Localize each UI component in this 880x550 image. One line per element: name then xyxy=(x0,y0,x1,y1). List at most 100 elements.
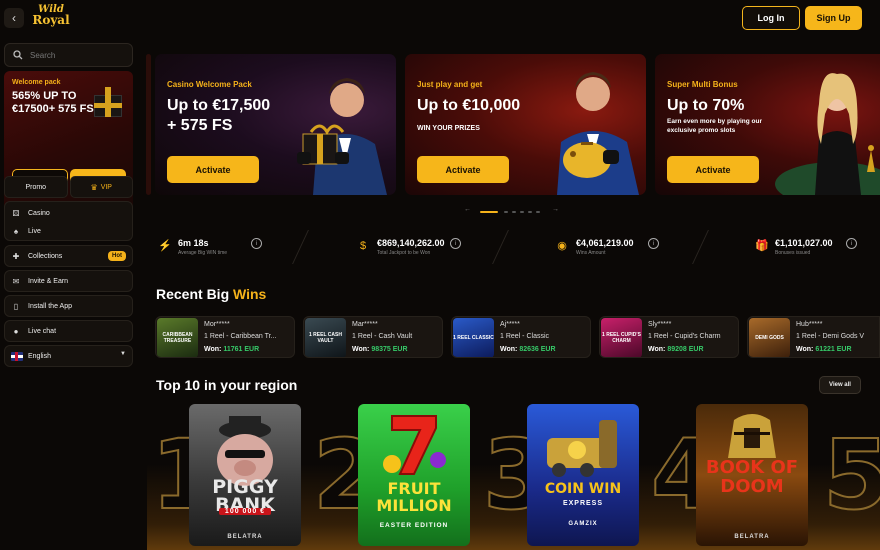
sidebar-item-label: Live xyxy=(28,227,41,235)
win-user: Mor***** xyxy=(204,321,230,328)
sidebar: Welcome pack 565% UP TO €17500+ 575 FS L… xyxy=(4,43,134,370)
menu-group-collections: ✚ Collections Hot xyxy=(4,245,133,267)
search-box[interactable] xyxy=(4,43,133,67)
host-with-piggy-illustration xyxy=(557,72,639,195)
game-tile-book-of-doom[interactable]: BOOK OF DOOM BELATRA xyxy=(696,404,808,546)
carousel-dot[interactable] xyxy=(536,211,540,213)
gift-box-icon xyxy=(90,85,126,117)
search-input[interactable] xyxy=(30,50,120,60)
sidebar-item-live-chat[interactable]: ● Live chat xyxy=(5,322,132,340)
sidebar-item-invite[interactable]: ✉ Invite & Earn xyxy=(5,272,132,290)
info-icon[interactable]: i xyxy=(251,238,262,249)
sidebar-item-label: Casino xyxy=(28,209,50,217)
crown-icon: ♛ xyxy=(90,182,98,192)
chevron-down-icon: ▼ xyxy=(120,351,126,357)
carousel-dot[interactable] xyxy=(512,211,516,213)
signup-button[interactable]: Sign Up xyxy=(805,6,862,30)
stat-value: €869,140,262.00 xyxy=(377,238,445,248)
win-game: 1 Reel - Cupid's Charm xyxy=(648,333,721,340)
recent-wins-title-text: Recent Big xyxy=(156,286,234,302)
win-card[interactable]: 1 REEL CLASSIC Aj***** 1 Reel - Classic … xyxy=(451,316,591,358)
sidebar-item-label: Collections xyxy=(28,252,63,260)
carousel-dot[interactable] xyxy=(520,211,524,213)
stat-label: Average Big WIN time xyxy=(178,250,228,256)
win-amount: Won: 89208 EUR xyxy=(648,346,704,353)
casino-page: ‹ Wild Royal Log In Sign Up Welcome pack… xyxy=(0,0,880,550)
menu-group-language: English ▼ xyxy=(4,345,133,367)
info-icon[interactable]: i xyxy=(648,238,659,249)
view-all-button[interactable]: View all xyxy=(819,376,861,394)
banner-amount-line2: + 575 FS xyxy=(167,117,233,134)
win-user: Aj***** xyxy=(500,321,520,328)
carousel-dot[interactable] xyxy=(528,211,532,213)
chevron-left-icon[interactable]: ‹ xyxy=(4,8,24,28)
wild-royal-logo[interactable]: Wild Royal xyxy=(32,4,70,32)
won-label: Won: xyxy=(796,346,814,353)
info-icon[interactable]: i xyxy=(846,238,857,249)
game-tile-piggy-bank[interactable]: PIGGY BANK 100 000 € BELATRA xyxy=(189,404,301,546)
dice-icon: ⚄ xyxy=(12,208,20,218)
coins-icon: ◉ xyxy=(557,240,567,252)
login-button[interactable]: Log In xyxy=(742,6,800,30)
activate-button[interactable]: Activate xyxy=(417,156,509,183)
menu-group-games: ⚄ Casino ♠ Live xyxy=(4,201,133,241)
activate-button[interactable]: Activate xyxy=(167,156,259,183)
arrow-right-icon[interactable]: → xyxy=(552,206,559,213)
divider xyxy=(292,230,309,264)
win-user: Mar***** xyxy=(352,321,378,328)
tab-promo[interactable]: Promo xyxy=(4,176,68,198)
carousel-dot[interactable] xyxy=(504,211,508,213)
divider xyxy=(692,230,709,264)
banner-multi-bonus[interactable]: Super Multi Bonus Up to 70% Earn even mo… xyxy=(655,54,880,195)
sidebar-item-install-app[interactable]: ▯ Install the App xyxy=(5,297,132,315)
logo-text-royal: Royal xyxy=(32,13,70,27)
top10-row: 1 PIGGY BANK 100 000 € BELATRA 2 FRUIT M… xyxy=(147,404,880,550)
won-label: Won: xyxy=(204,346,222,353)
game-provider: GAMZIX xyxy=(568,521,598,527)
banner-pretitle: Casino Welcome Pack xyxy=(167,80,252,89)
banner-amount-line1: Up to €17,500 xyxy=(167,97,271,114)
menu-group-invite: ✉ Invite & Earn xyxy=(4,270,133,292)
win-amount: Won: 82636 EUR xyxy=(500,346,556,353)
activate-button[interactable]: Activate xyxy=(667,156,759,183)
banner-casino-welcome[interactable]: Casino Welcome Pack Up to €17,500 + 575 F… xyxy=(155,54,396,195)
phone-icon: ▯ xyxy=(13,301,19,311)
promo-carousel: Casino Welcome Pack Up to €17,500 + 575 F… xyxy=(147,54,880,195)
win-game: 1 Reel - Classic xyxy=(500,333,550,340)
win-card[interactable]: 1 REEL CASH VAULT Mar***** 1 Reel - Cash… xyxy=(303,316,443,358)
sidebar-item-collections[interactable]: ✚ Collections Hot xyxy=(5,247,132,265)
won-label: Won: xyxy=(648,346,666,353)
uk-flag-icon xyxy=(11,351,23,361)
won-label: Won: xyxy=(352,346,370,353)
win-card[interactable]: CARIBBEAN TREASURE Mor***** 1 Reel - Car… xyxy=(155,316,295,358)
chat-icon: ● xyxy=(13,326,19,336)
game-tile-fruit-million[interactable]: FRUIT MILLION EASTER EDITION xyxy=(358,404,470,546)
info-icon[interactable]: i xyxy=(450,238,461,249)
arrow-left-icon[interactable]: ← xyxy=(464,206,471,213)
carousel-dot[interactable] xyxy=(480,211,498,213)
win-card[interactable]: DEMI GODS Hub***** 1 Reel - Demi Gods V … xyxy=(747,316,880,358)
rank-number: 5 xyxy=(822,419,880,531)
game-title: COIN WIN xyxy=(544,481,622,497)
banner-subtitle: Earn even more by playing our exclusive … xyxy=(667,118,762,134)
sidebar-item-casino[interactable]: ⚄ Casino xyxy=(5,204,132,222)
stat-value: €1,101,027.00 xyxy=(775,238,833,248)
invite-icon: ✉ xyxy=(12,276,20,286)
divider xyxy=(492,230,509,264)
train-illustration xyxy=(547,420,617,477)
carousel-pagination: ← → xyxy=(464,206,564,217)
game-title: FRUIT MILLION xyxy=(376,479,452,515)
stat-value: 6m 18s xyxy=(178,238,209,248)
lucky-seven-illustration xyxy=(383,415,446,475)
sidebar-item-label: Invite & Earn xyxy=(28,277,69,285)
language-select[interactable]: English ▼ xyxy=(5,347,132,365)
host-with-gift-illustration xyxy=(297,78,387,195)
win-card[interactable]: 1 REEL CUPID'S CHARM Sly***** 1 Reel - C… xyxy=(599,316,739,358)
banner-play-and-get[interactable]: Just play and get Up to €10,000 WIN YOUR… xyxy=(405,54,646,195)
sidebar-item-live[interactable]: ♠ Live xyxy=(5,222,132,240)
hot-badge: Hot xyxy=(108,251,126,261)
game-title: BOOK OF DOOM xyxy=(705,457,799,497)
tab-vip[interactable]: ♛ VIP xyxy=(69,176,133,198)
won-amount-value: 11761 EUR xyxy=(223,346,260,353)
game-tile-coin-win[interactable]: COIN WIN EXPRESS GAMZIX xyxy=(527,404,639,546)
